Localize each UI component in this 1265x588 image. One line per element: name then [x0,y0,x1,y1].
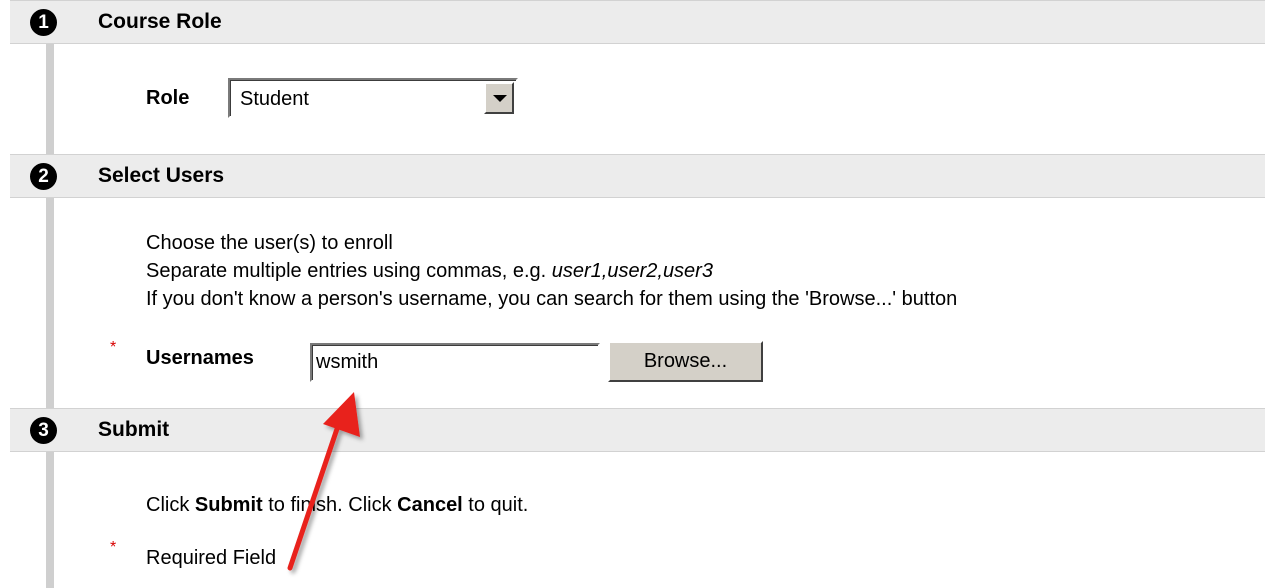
required-marker: * [110,539,117,556]
enroll-users-page: 1 Course Role Role Student 2 Select User… [0,0,1265,588]
section-header-submit: 3 Submit [10,408,1265,452]
required-field-legend: Required Field [146,547,277,569]
instruction-choose-users: Choose the user(s) to enroll [146,232,393,254]
chevron-down-icon[interactable] [484,82,514,114]
submit-text-mid: to finish. Click [262,494,398,516]
role-label: Role [146,87,190,109]
usernames-input[interactable] [310,343,600,382]
instruction-example-users: user1,user2,user3 [551,260,713,282]
submit-instructions: Click Submit to finish. Click Cancel to … [146,493,528,517]
usernames-label: Usernames [146,347,254,369]
instruction-browse-hint: If you don't know a person's username, y… [146,288,958,310]
section-header-course-role: 1 Course Role [10,0,1265,44]
section-title-course-role: Course Role [98,10,222,33]
step-number-1: 1 [30,9,57,36]
role-select-value: Student [240,88,309,110]
step-line-2 [46,198,54,408]
instruction-separate-entries: Separate multiple entries using commas, … [146,259,713,283]
submit-text-click: Click [146,494,195,516]
step-line-1 [46,44,54,154]
role-select[interactable]: Student [228,78,518,118]
section-header-select-users: 2 Select Users [10,154,1265,198]
browse-button[interactable]: Browse... [608,341,763,382]
section-title-select-users: Select Users [98,164,225,187]
step-number-2: 2 [30,163,57,190]
required-marker: * [110,339,117,356]
submit-text-end: to quit. [462,494,529,516]
instruction-separate-prefix: Separate multiple entries using commas, … [146,260,552,282]
step-line-3 [46,452,54,588]
section-title-submit: Submit [98,418,170,441]
step-number-3: 3 [30,417,57,444]
cancel-word: Cancel [397,494,463,516]
submit-word: Submit [194,494,263,516]
